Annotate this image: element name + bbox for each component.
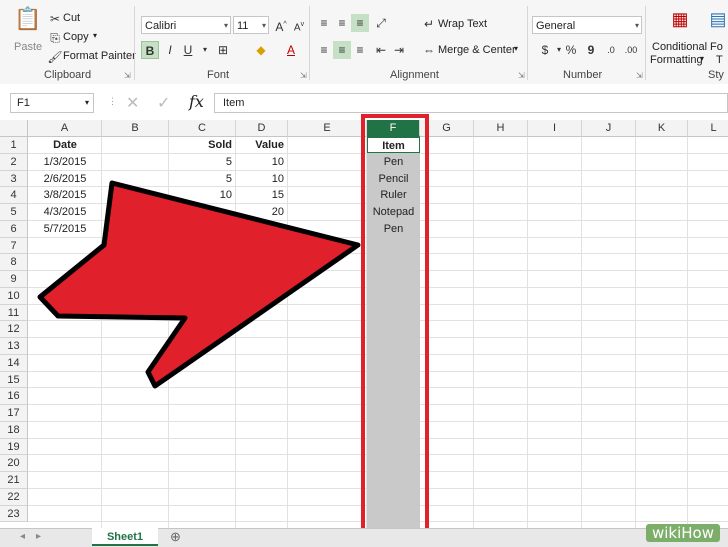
sheet-tab[interactable]: Sheet1	[92, 528, 158, 546]
scroll-tabs-left-icon[interactable]: ◂	[20, 531, 25, 542]
red-arrow-icon	[37, 180, 361, 389]
scroll-tabs-right-icon[interactable]: ▸	[36, 531, 41, 542]
add-sheet-icon[interactable]: ⊕	[170, 529, 181, 545]
watermark: wikiHow	[645, 524, 720, 542]
highlight-box	[361, 114, 429, 539]
